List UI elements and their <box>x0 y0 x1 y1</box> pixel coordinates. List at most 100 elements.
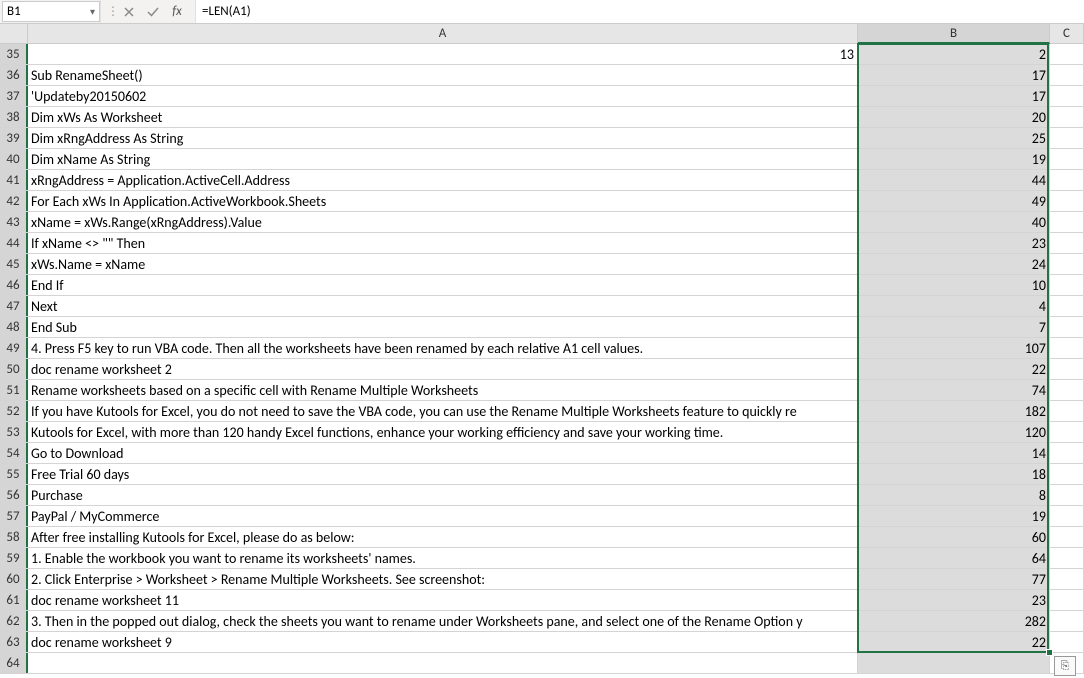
cell-B[interactable]: 19 <box>858 506 1050 526</box>
cell-C[interactable] <box>1050 338 1084 358</box>
cell-C[interactable] <box>1050 548 1084 568</box>
row-header[interactable]: 52 <box>0 401 28 421</box>
cell-B[interactable]: 19 <box>858 149 1050 169</box>
cell-A[interactable]: If xName <> "" Then <box>28 233 858 253</box>
accept-formula-button[interactable] <box>141 1 165 23</box>
cell-B[interactable]: 20 <box>858 107 1050 127</box>
row-header[interactable]: 58 <box>0 527 28 547</box>
cell-C[interactable] <box>1050 86 1084 106</box>
cell-B[interactable]: 49 <box>858 191 1050 211</box>
cell-A[interactable]: 2. Click Enterprise > Worksheet > Rename… <box>28 569 858 589</box>
cell-B[interactable]: 8 <box>858 485 1050 505</box>
row-header[interactable]: 50 <box>0 359 28 379</box>
row-header[interactable]: 59 <box>0 548 28 568</box>
cell-C[interactable] <box>1050 590 1084 610</box>
name-box[interactable]: B1 ▾ <box>2 1 100 22</box>
cell-A[interactable]: End If <box>28 275 858 295</box>
cell-B[interactable]: 17 <box>858 86 1050 106</box>
cell-C[interactable] <box>1050 380 1084 400</box>
col-header-B[interactable]: B <box>858 24 1050 44</box>
cell-A[interactable]: 13 <box>28 44 858 64</box>
cell-A[interactable]: 'Updateby20150602 <box>28 86 858 106</box>
cell-B[interactable] <box>858 653 1050 673</box>
cell-C[interactable] <box>1050 464 1084 484</box>
row-header[interactable]: 45 <box>0 254 28 274</box>
name-box-dropdown-icon[interactable]: ▾ <box>81 5 95 18</box>
cell-C[interactable] <box>1050 254 1084 274</box>
cell-A[interactable]: Dim xWs As Worksheet <box>28 107 858 127</box>
cell-C[interactable] <box>1050 233 1084 253</box>
cell-B[interactable]: 40 <box>858 212 1050 232</box>
row-header[interactable]: 60 <box>0 569 28 589</box>
row-header[interactable]: 64 <box>0 653 28 673</box>
cell-A[interactable]: For Each xWs In Application.ActiveWorkbo… <box>28 191 858 211</box>
col-header-C[interactable]: C <box>1050 24 1084 43</box>
cell-C[interactable] <box>1050 65 1084 85</box>
cell-C[interactable] <box>1050 317 1084 337</box>
row-header[interactable]: 46 <box>0 275 28 295</box>
row-header[interactable]: 40 <box>0 149 28 169</box>
row-header[interactable]: 55 <box>0 464 28 484</box>
cell-A[interactable]: doc rename worksheet 2 <box>28 359 858 379</box>
cell-A[interactable]: After free installing Kutools for Excel,… <box>28 527 858 547</box>
cell-A[interactable]: Sub RenameSheet() <box>28 65 858 85</box>
row-header[interactable]: 39 <box>0 128 28 148</box>
cell-A[interactable]: End Sub <box>28 317 858 337</box>
cell-B[interactable]: 23 <box>858 233 1050 253</box>
cell-C[interactable] <box>1050 506 1084 526</box>
cancel-formula-button[interactable] <box>117 1 141 23</box>
cell-A[interactable] <box>28 653 858 673</box>
cell-B[interactable]: 4 <box>858 296 1050 316</box>
col-header-A[interactable]: A <box>28 24 858 43</box>
cell-C[interactable] <box>1050 107 1084 127</box>
row-header[interactable]: 48 <box>0 317 28 337</box>
row-header[interactable]: 61 <box>0 590 28 610</box>
cell-A[interactable]: Dim xRngAddress As String <box>28 128 858 148</box>
cell-A[interactable]: If you have Kutools for Excel, you do no… <box>28 401 858 421</box>
cell-A[interactable]: xRngAddress = Application.ActiveCell.Add… <box>28 170 858 190</box>
row-header[interactable]: 51 <box>0 380 28 400</box>
cell-A[interactable]: doc rename worksheet 9 <box>28 632 858 652</box>
row-header[interactable]: 36 <box>0 65 28 85</box>
cell-C[interactable] <box>1050 275 1084 295</box>
row-header[interactable]: 38 <box>0 107 28 127</box>
cell-C[interactable] <box>1050 422 1084 442</box>
cell-C[interactable] <box>1050 359 1084 379</box>
cell-A[interactable]: Purchase <box>28 485 858 505</box>
cell-C[interactable] <box>1050 44 1084 64</box>
insert-function-button[interactable]: fx <box>165 1 189 23</box>
formula-input[interactable]: =LEN(A1) <box>195 0 1084 23</box>
cell-grid[interactable]: 35132 36Sub RenameSheet()17 37'Updateby201… <box>0 44 1084 674</box>
cell-B[interactable]: 44 <box>858 170 1050 190</box>
cell-B[interactable]: 282 <box>858 611 1050 631</box>
cell-C[interactable] <box>1050 401 1084 421</box>
cell-B[interactable]: 107 <box>858 338 1050 358</box>
cell-A[interactable]: Kutools for Excel, with more than 120 ha… <box>28 422 858 442</box>
row-header[interactable]: 35 <box>0 44 28 64</box>
row-header[interactable]: 47 <box>0 296 28 316</box>
cell-B[interactable]: 77 <box>858 569 1050 589</box>
cell-C[interactable] <box>1050 443 1084 463</box>
cell-A[interactable]: 1. Enable the workbook you want to renam… <box>28 548 858 568</box>
cell-C[interactable] <box>1050 191 1084 211</box>
fill-handle[interactable] <box>1046 649 1053 656</box>
cell-C[interactable] <box>1050 170 1084 190</box>
cell-B[interactable]: 23 <box>858 590 1050 610</box>
cell-B[interactable]: 64 <box>858 548 1050 568</box>
formula-handle-icon[interactable]: ⋮ <box>107 4 117 19</box>
cell-A[interactable]: xWs.Name = xName <box>28 254 858 274</box>
cell-B[interactable]: 2 <box>858 44 1050 64</box>
row-header[interactable]: 44 <box>0 233 28 253</box>
cell-B[interactable]: 18 <box>858 464 1050 484</box>
cell-C[interactable] <box>1050 632 1084 652</box>
cell-A[interactable]: doc rename worksheet 11 <box>28 590 858 610</box>
cell-C[interactable] <box>1050 128 1084 148</box>
cell-B[interactable]: 10 <box>858 275 1050 295</box>
cell-A[interactable]: Next <box>28 296 858 316</box>
row-header[interactable]: 41 <box>0 170 28 190</box>
cell-B[interactable]: 22 <box>858 632 1050 652</box>
cell-A[interactable]: PayPal / MyCommerce <box>28 506 858 526</box>
row-header[interactable]: 37 <box>0 86 28 106</box>
row-header[interactable]: 56 <box>0 485 28 505</box>
cell-C[interactable] <box>1050 212 1084 232</box>
